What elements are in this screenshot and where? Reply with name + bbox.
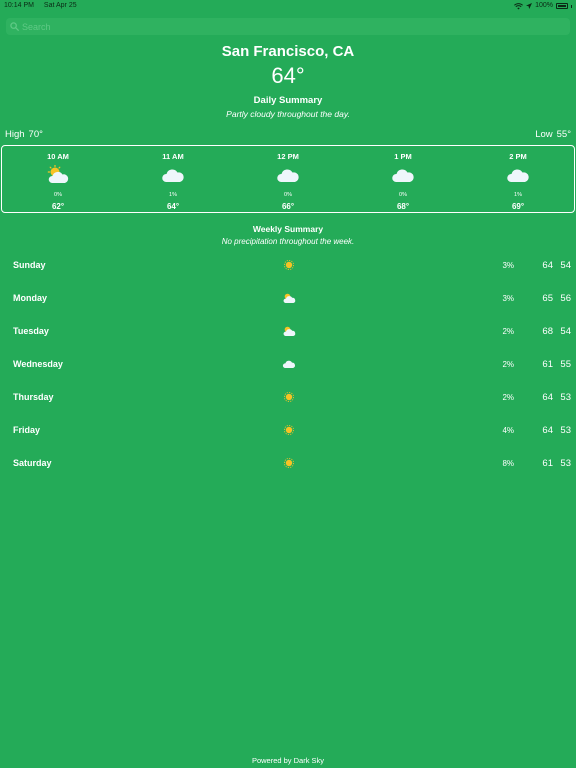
day-high: 64 <box>542 391 553 403</box>
hour-precip: 0% <box>54 192 62 198</box>
high-temperature: High 70° <box>5 129 43 140</box>
sun-icon <box>284 392 294 402</box>
hourly-item: 12 PM 0% 66° <box>258 146 318 212</box>
hourly-item: 11 AM 1% 64° <box>143 146 203 212</box>
partly-cloudy-icon <box>47 165 69 183</box>
hour-temp: 68° <box>396 202 410 211</box>
day-precip: 3% <box>502 261 514 270</box>
hour-time: 10 AM <box>47 152 69 161</box>
day-precip: 4% <box>502 426 514 435</box>
hour-time: 1 PM <box>394 152 412 161</box>
hourly-item: 10 AM 0% 62° <box>28 146 88 212</box>
day-precip: 2% <box>502 327 514 336</box>
low-label: Low <box>535 129 553 140</box>
day-low: 53 <box>560 457 571 469</box>
day-name: Sunday <box>13 260 46 270</box>
low-temperature: Low 55° <box>535 129 571 140</box>
day-precip: 2% <box>502 360 514 369</box>
hour-temp: 64° <box>166 202 180 211</box>
day-row-tuesday[interactable]: Tuesday 2% 68 54 <box>0 322 576 342</box>
sun-icon <box>284 458 294 468</box>
day-high: 65 <box>542 292 553 304</box>
day-row-monday[interactable]: Monday 3% 65 56 <box>0 289 576 309</box>
hour-precip: 1% <box>169 192 177 198</box>
day-low: 55 <box>560 358 571 370</box>
day-precip: 8% <box>502 459 514 468</box>
day-low: 53 <box>560 424 571 436</box>
day-high: 68 <box>542 325 553 337</box>
cloud-icon <box>277 169 299 182</box>
location-arrow-icon <box>526 3 533 9</box>
cloud-icon <box>282 360 295 368</box>
city-name: San Francisco, CA <box>221 43 355 60</box>
day-name: Monday <box>13 293 48 303</box>
wifi-icon <box>514 2 524 9</box>
search-icon <box>10 22 19 31</box>
weekly-summary-title: Weekly Summary <box>252 224 324 234</box>
battery-percent: 100% <box>535 2 553 9</box>
powered-by-footer[interactable]: Powered by Dark Sky <box>0 756 576 765</box>
hour-precip: 1% <box>514 192 522 198</box>
low-value: 55° <box>556 129 571 140</box>
day-precip: 3% <box>502 294 514 303</box>
hour-temp: 66° <box>281 202 295 211</box>
day-row-sunday[interactable]: Sunday 3% 64 54 <box>0 256 576 276</box>
day-low: 53 <box>560 391 571 403</box>
status-bar: 10:14 PM Sat Apr 25 100% <box>0 0 576 12</box>
day-name: Saturday <box>13 458 52 468</box>
day-row-wednesday[interactable]: Wednesday 2% 61 55 <box>0 355 576 375</box>
battery-icon <box>556 3 568 9</box>
battery-tip-icon <box>571 4 572 8</box>
search-bar[interactable] <box>6 18 570 35</box>
day-high: 64 <box>542 259 553 271</box>
cloud-icon <box>162 169 184 182</box>
search-input[interactable] <box>22 21 562 32</box>
hourly-item: 1 PM 0% 68° <box>373 146 433 212</box>
day-row-saturday[interactable]: Saturday 8% 61 53 <box>0 454 576 474</box>
hour-temp: 62° <box>51 202 65 211</box>
day-row-friday[interactable]: Friday 4% 64 53 <box>0 421 576 441</box>
day-high: 64 <box>542 424 553 436</box>
sun-icon <box>284 260 294 270</box>
status-date: Sat Apr 25 <box>43 2 77 9</box>
high-label: High <box>5 129 25 140</box>
high-value: 70° <box>28 129 43 140</box>
day-precip: 2% <box>502 393 514 402</box>
cloud-icon <box>392 169 414 182</box>
hourly-item: 2 PM 1% 69° <box>488 146 548 212</box>
day-low: 54 <box>560 325 571 337</box>
hour-precip: 0% <box>399 192 407 198</box>
day-low: 54 <box>560 259 571 271</box>
day-high: 61 <box>542 358 553 370</box>
day-name: Wednesday <box>13 359 63 369</box>
day-row-thursday[interactable]: Thursday 2% 64 53 <box>0 388 576 408</box>
partly-cloudy-icon <box>283 293 296 303</box>
cloud-icon <box>507 169 529 182</box>
day-name: Thursday <box>13 392 54 402</box>
daily-summary-title: Daily Summary <box>253 95 323 106</box>
hour-time: 11 AM <box>162 152 184 161</box>
weekly-summary-text: No precipitation throughout the week. <box>221 237 355 246</box>
status-time: 10:14 PM <box>4 2 34 9</box>
sun-icon <box>284 425 294 435</box>
hour-time: 12 PM <box>277 152 299 161</box>
hour-temp: 69° <box>511 202 525 211</box>
current-temperature: 64° <box>271 63 305 88</box>
hourly-forecast[interactable]: 10 AM 0% 62° 11 AM 1% 64° 12 PM 0% 66° 1… <box>1 145 575 213</box>
hour-precip: 0% <box>284 192 292 198</box>
day-high: 61 <box>542 457 553 469</box>
day-low: 56 <box>560 292 571 304</box>
hour-time: 2 PM <box>509 152 527 161</box>
daily-summary-text: Partly cloudy throughout the day. <box>226 109 350 119</box>
day-name: Tuesday <box>13 326 49 336</box>
partly-cloudy-icon <box>283 326 296 336</box>
day-name: Friday <box>13 425 41 435</box>
